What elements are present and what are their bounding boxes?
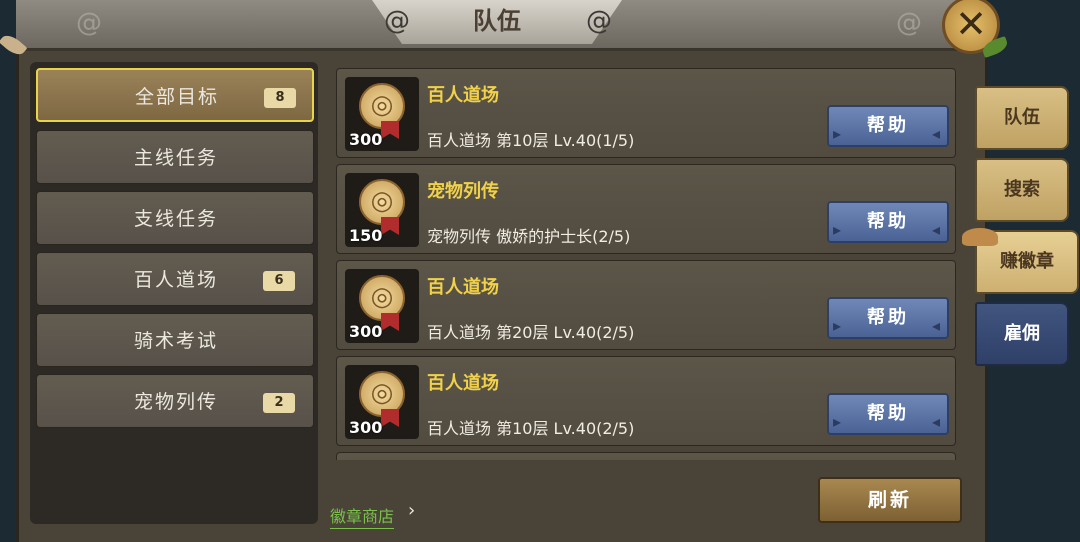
help-button[interactable]: ▸ 帮助 ◂ (827, 297, 949, 339)
tab-team[interactable]: 队伍 (975, 86, 1069, 150)
help-button[interactable]: ▸ 帮助 ◂ (827, 105, 949, 147)
arrow-right-icon: ▸ (833, 412, 845, 431)
category-riding-exam[interactable]: 骑术考试 (36, 313, 314, 367)
arrow-left-icon: ◂ (931, 316, 943, 335)
ribbon-icon (381, 121, 399, 139)
ribbon-icon (381, 409, 399, 427)
ribbon-icon (381, 217, 399, 235)
task-title: 百人道场 (427, 373, 499, 394)
task-description: 百人道场 第20层 Lv.40(2/5) (427, 323, 635, 342)
task-row: ◎ 300 百人道场 百人道场 第20层 Lv.40(2/5) ▸ 帮助 ◂ (336, 260, 956, 350)
help-button-label: 帮助 (867, 403, 909, 424)
reward-icon-slot: ◎ 300 (345, 365, 419, 439)
arrow-left-icon: ◂ (931, 220, 943, 239)
arrow-right-icon: ▸ (833, 124, 845, 143)
category-dojo[interactable]: 百人道场 6 (36, 252, 314, 306)
reward-icon-slot: ◎ 300 (345, 269, 419, 343)
category-count-badge: 6 (263, 271, 295, 291)
category-side-quest[interactable]: 支线任务 (36, 191, 314, 245)
help-button[interactable]: ▸ 帮助 ◂ (827, 201, 949, 243)
category-all-targets[interactable]: 全部目标 8 (36, 68, 314, 122)
task-title: 宠物列传 (427, 181, 499, 202)
refresh-button[interactable]: 刷新 (818, 477, 962, 523)
help-button-label: 帮助 (867, 307, 909, 328)
task-row: ◎ 300 百人道场 百人道场 第10层 Lv.40(1/5) ▸ 帮助 ◂ (336, 68, 956, 158)
reward-count: 300 (349, 418, 383, 437)
window-title: 队伍 (473, 7, 521, 35)
task-row: ◎ 150 宠物列传 宠物列传 傲娇的护士长(2/5) ▸ 帮助 ◂ (336, 164, 956, 254)
category-label: 主线任务 (133, 147, 218, 169)
swirl-ornament-icon: @ (76, 8, 102, 38)
category-label: 骑术考试 (133, 330, 218, 352)
help-button[interactable]: ▸ 帮助 ◂ (827, 393, 949, 435)
category-count-badge: 8 (264, 88, 296, 108)
task-title: 百人道场 (427, 277, 499, 298)
task-row-partial (336, 452, 956, 460)
category-pet-stories[interactable]: 宠物列传 2 (36, 374, 314, 428)
arrow-right-icon: ▸ (833, 316, 845, 335)
help-button-label: 帮助 (867, 115, 909, 136)
category-main-quest[interactable]: 主线任务 (36, 130, 314, 184)
badge-shop-link[interactable]: 徽章商店 (330, 503, 395, 529)
ribbon-icon (381, 313, 399, 331)
arrow-left-icon: ◂ (931, 412, 943, 431)
help-button-label: 帮助 (867, 211, 909, 232)
chevron-right-icon[interactable]: › (408, 500, 415, 521)
swirl-ornament-icon: @ (896, 8, 922, 38)
task-description: 宠物列传 傲娇的护士长(2/5) (427, 227, 631, 246)
category-count-badge: 2 (263, 393, 295, 413)
task-row: ◎ 300 百人道场 百人道场 第10层 Lv.40(2/5) ▸ 帮助 ◂ (336, 356, 956, 446)
reward-icon-slot: ◎ 300 (345, 77, 419, 151)
tab-search[interactable]: 搜索 (975, 158, 1069, 222)
mushroom-decoration-icon (962, 228, 998, 246)
arrow-left-icon: ◂ (931, 124, 943, 143)
task-description: 百人道场 第10层 Lv.40(2/5) (427, 419, 635, 438)
reward-count: 150 (349, 226, 383, 245)
category-label: 支线任务 (133, 208, 218, 230)
reward-count: 300 (349, 322, 383, 341)
reward-icon-slot: ◎ 150 (345, 173, 419, 247)
arrow-right-icon: ▸ (833, 220, 845, 239)
tab-hire[interactable]: 雇佣 (975, 302, 1069, 366)
task-list[interactable]: ◎ 300 百人道场 百人道场 第10层 Lv.40(1/5) ▸ 帮助 ◂ ◎… (330, 62, 962, 460)
task-description: 百人道场 第10层 Lv.40(1/5) (427, 131, 635, 150)
close-x-icon: ✕ (955, 2, 987, 46)
reward-count: 300 (349, 130, 383, 149)
task-title: 百人道场 (427, 85, 499, 106)
